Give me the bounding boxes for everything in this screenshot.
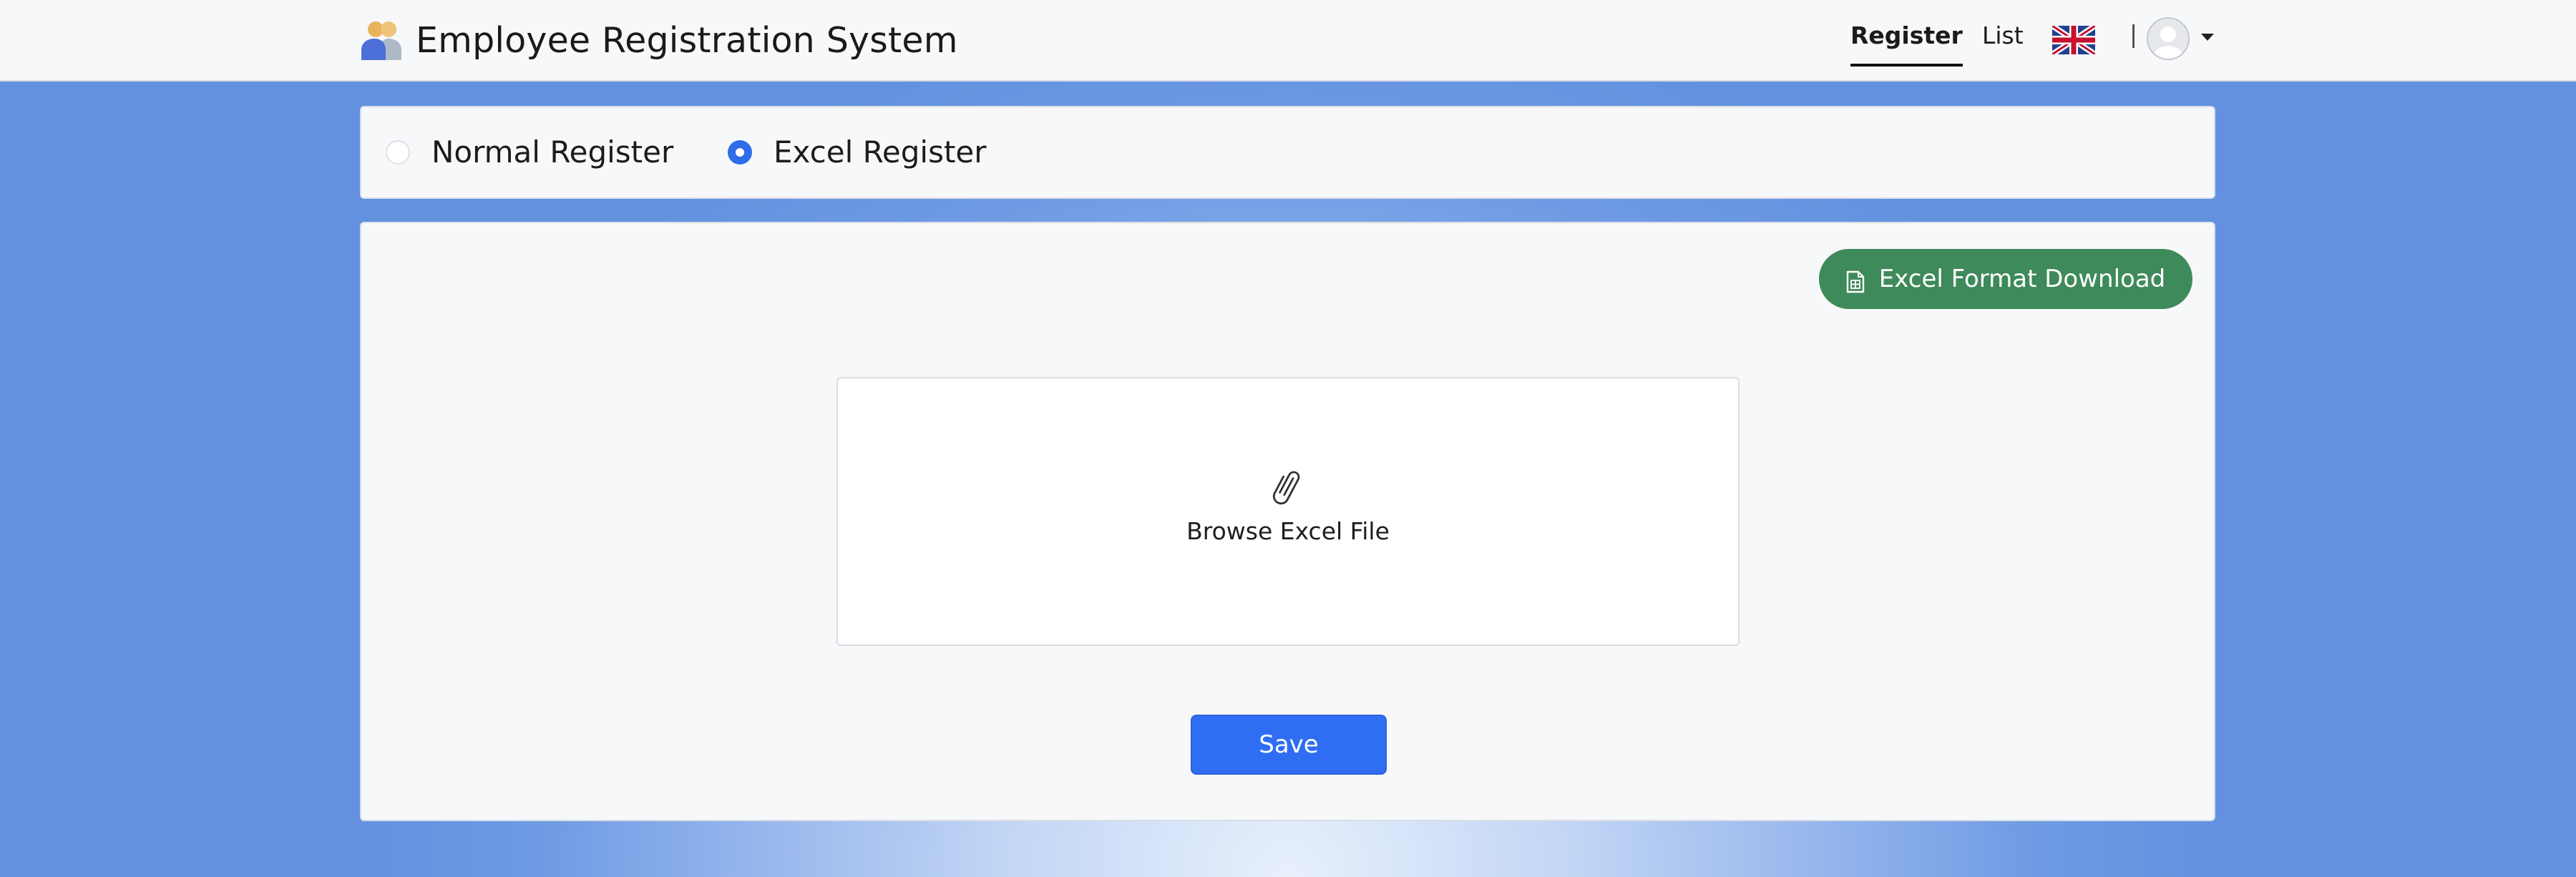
user-avatar-icon[interactable] <box>2147 17 2190 60</box>
excel-format-download-button[interactable]: Excel Format Download <box>1819 249 2192 309</box>
nav-list-link[interactable]: List <box>1982 21 2024 64</box>
users-icon <box>361 21 401 60</box>
excel-register-card: Excel Format Download Browse Excel File … <box>360 222 2215 821</box>
radio-unchecked-icon[interactable] <box>386 139 410 165</box>
radio-checked-icon[interactable] <box>728 139 752 165</box>
top-navbar: Employee Registration System Register Li… <box>0 0 2576 82</box>
radio-label: Normal Register <box>431 134 674 170</box>
nav-separator: | <box>2129 20 2138 48</box>
radio-normal-register[interactable]: Normal Register <box>386 134 673 170</box>
user-menu-caret-icon[interactable] <box>2201 34 2214 41</box>
spreadsheet-file-icon <box>1846 270 1864 293</box>
brand[interactable]: Employee Registration System <box>360 17 958 63</box>
download-label: Excel Format Download <box>1878 265 2166 293</box>
uk-flag-icon[interactable] <box>2052 26 2095 54</box>
browse-excel-dropzone[interactable]: Browse Excel File <box>836 377 1740 646</box>
paperclip-icon <box>1272 471 1300 505</box>
register-mode-card: Normal Register Excel Register <box>360 106 2215 199</box>
radio-excel-register[interactable]: Excel Register <box>728 134 987 170</box>
nav-register-link[interactable]: Register <box>1850 21 1963 67</box>
browse-label: Browse Excel File <box>1186 517 1390 545</box>
save-button[interactable]: Save <box>1191 715 1387 775</box>
radio-label: Excel Register <box>774 134 987 170</box>
app-title: Employee Registration System <box>416 19 958 61</box>
